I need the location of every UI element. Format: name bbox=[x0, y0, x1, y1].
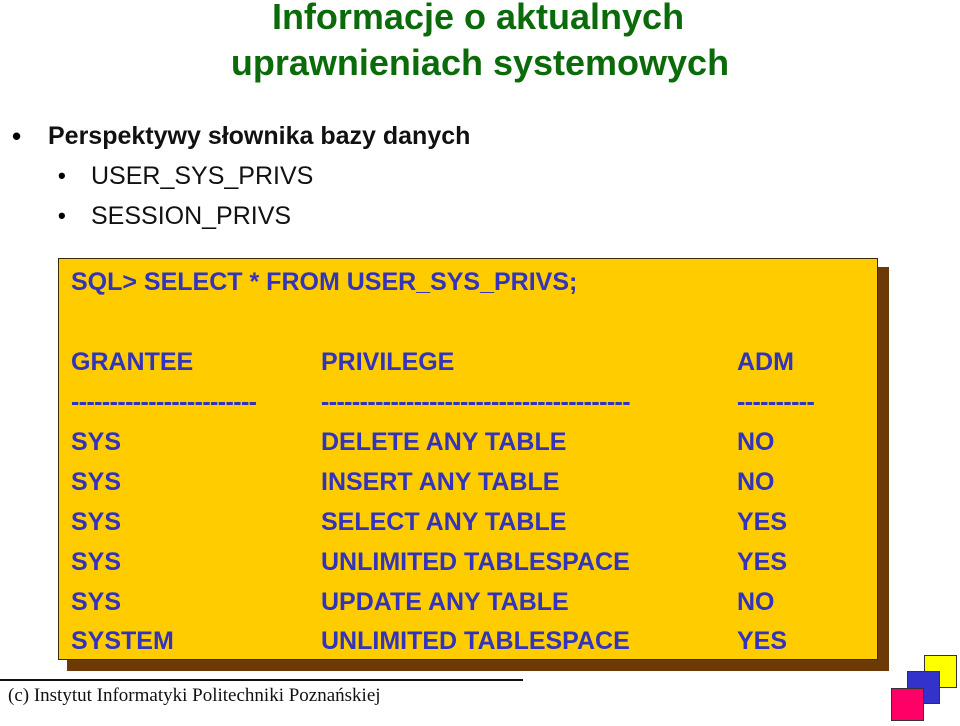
cell-adm: YES bbox=[737, 548, 788, 576]
table-row: SYS SELECT ANY TABLE YES bbox=[59, 507, 877, 537]
bullet-text: Perspektywy słownika bazy danych bbox=[48, 122, 471, 150]
sql-header-row: GRANTEE PRIVILEGE ADM bbox=[59, 347, 877, 377]
slide-title: Informacje o aktualnych uprawnieniach sy… bbox=[0, 0, 960, 86]
cell-privilege: UNLIMITED TABLESPACE bbox=[321, 627, 630, 655]
title-line-1: Informacje o aktualnych bbox=[271, 0, 685, 37]
cell-privilege: UNLIMITED TABLESPACE bbox=[321, 548, 630, 576]
cell-privilege: UPDATE ANY TABLE bbox=[321, 588, 569, 616]
cell-grantee: SYS bbox=[71, 468, 122, 496]
separator-privilege: ---------------------------------------- bbox=[321, 388, 631, 416]
sql-query: SQL> SELECT * FROM USER_SYS_PRIVS; bbox=[71, 268, 578, 296]
cell-adm: YES bbox=[737, 508, 788, 536]
bullet-text: USER_SYS_PRIVS bbox=[91, 162, 314, 190]
table-row: SYS UPDATE ANY TABLE NO bbox=[59, 587, 877, 617]
cell-adm: NO bbox=[737, 588, 775, 616]
table-row: SYS DELETE ANY TABLE NO bbox=[59, 427, 877, 457]
sub-bullet-item: • USER_SYS_PRIVS bbox=[0, 156, 600, 196]
logo-square-magenta-icon bbox=[891, 688, 924, 721]
cell-grantee: SYS bbox=[71, 548, 122, 576]
table-row: SYS UNLIMITED TABLESPACE YES bbox=[59, 547, 877, 577]
bullet-icon: • bbox=[58, 163, 66, 188]
bullet-item: • Perspektywy słownika bazy danych bbox=[0, 116, 600, 156]
table-row: SYSTEM UNLIMITED TABLESPACE YES bbox=[59, 626, 877, 656]
sub-bullet-item: • SESSION_PRIVS bbox=[0, 196, 600, 236]
sql-separator-row: ------------------------ ---------------… bbox=[59, 387, 877, 417]
cell-privilege: DELETE ANY TABLE bbox=[321, 428, 567, 456]
separator-adm: ---------- bbox=[737, 388, 815, 416]
header-adm: ADM bbox=[737, 348, 794, 376]
cell-privilege: SELECT ANY TABLE bbox=[321, 508, 567, 536]
sql-output-box: SQL> SELECT * FROM USER_SYS_PRIVS; GRANT… bbox=[58, 258, 878, 660]
header-privilege: PRIVILEGE bbox=[321, 348, 455, 376]
header-grantee: GRANTEE bbox=[71, 348, 194, 376]
bullet-text: SESSION_PRIVS bbox=[91, 202, 292, 230]
cell-grantee: SYSTEM bbox=[71, 627, 174, 655]
title-line-2: uprawnieniach systemowych bbox=[230, 42, 730, 83]
cell-grantee: SYS bbox=[71, 508, 122, 536]
bullet-icon: • bbox=[58, 203, 66, 228]
cell-adm: NO bbox=[737, 468, 775, 496]
cell-adm: YES bbox=[737, 627, 788, 655]
table-row: SYS INSERT ANY TABLE NO bbox=[59, 467, 877, 497]
footer-divider bbox=[0, 679, 523, 681]
footer-copyright: (c) Instytut Informatyki Politechniki Po… bbox=[8, 685, 381, 706]
bullet-icon: • bbox=[12, 121, 22, 151]
cell-grantee: SYS bbox=[71, 588, 122, 616]
cell-grantee: SYS bbox=[71, 428, 122, 456]
cell-privilege: INSERT ANY TABLE bbox=[321, 468, 560, 496]
cell-adm: NO bbox=[737, 428, 775, 456]
separator-grantee: ------------------------ bbox=[71, 388, 257, 416]
